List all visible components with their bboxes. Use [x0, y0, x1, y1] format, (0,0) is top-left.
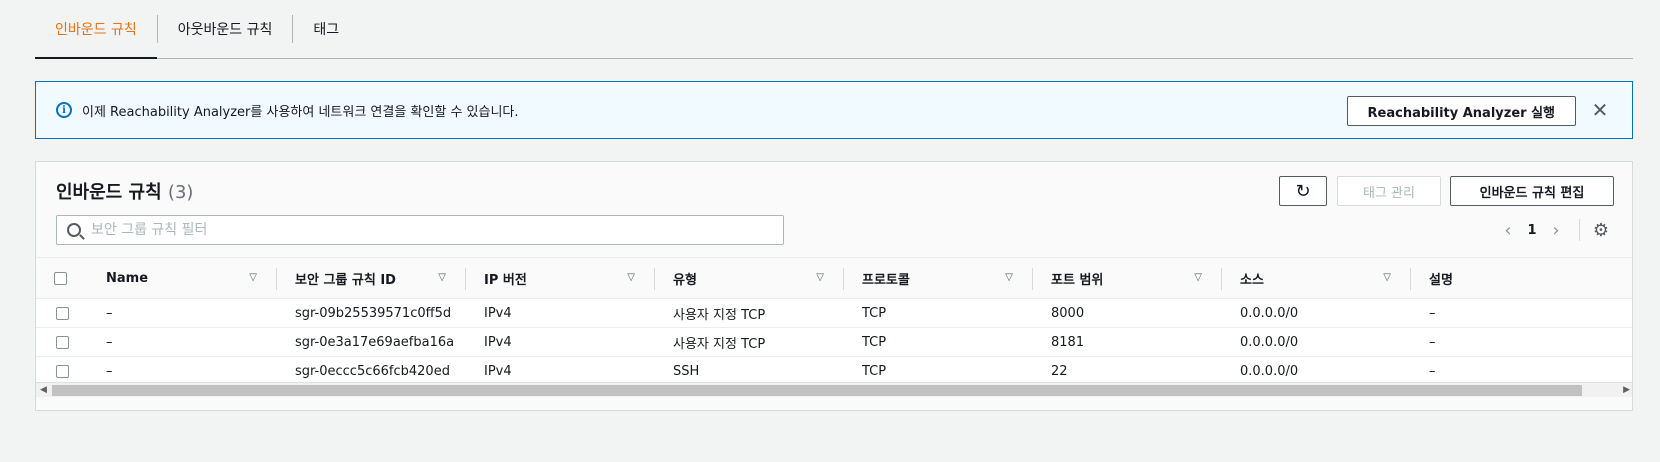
rules-table: Name ▽ 보안 그룹 규칙 ID ▽ IP 버전 ▽ 유형 ▽ 프로토콜 ▽… — [36, 257, 1632, 386]
cell-name: – — [106, 363, 113, 379]
inbound-rules-panel: 인바운드 규칙 (3) ↻ 태그 관리 인바운드 규칙 편집 ‹ 1 › ⚙ N… — [35, 161, 1633, 411]
sort-icon[interactable]: ▽ — [627, 272, 635, 283]
select-all-checkbox[interactable] — [54, 271, 67, 285]
column-header-type[interactable]: 유형 ▽ — [655, 258, 844, 298]
scrollbar-thumb[interactable] — [52, 385, 1582, 396]
panel-title-text: 인바운드 규칙 — [56, 182, 162, 203]
tab-outbound-rules[interactable]: 아웃바운드 규칙 — [158, 0, 293, 58]
tab-bar: 인바운드 규칙 아웃바운드 규칙 태그 — [35, 0, 1633, 59]
column-header-ip-version[interactable]: IP 버전 ▽ — [466, 258, 655, 298]
sort-icon[interactable]: ▽ — [438, 272, 446, 283]
rule-count: (3) — [167, 182, 194, 203]
column-label: 유형 — [673, 272, 697, 288]
gear-icon[interactable]: ⚙ — [1590, 220, 1612, 241]
cell-protocol: TCP — [862, 334, 887, 350]
info-icon: i — [56, 102, 72, 118]
cell-ip-version: IPv4 — [484, 334, 512, 350]
manage-tags-button[interactable]: 태그 관리 — [1337, 176, 1441, 206]
page-number[interactable]: 1 — [1521, 223, 1543, 238]
column-label: IP 버전 — [484, 272, 527, 288]
filter-box — [56, 215, 784, 245]
column-header-name[interactable]: Name ▽ — [88, 258, 277, 298]
edit-inbound-rules-button[interactable]: 인바운드 규칙 편집 — [1450, 176, 1614, 206]
cell-ip-version: IPv4 — [484, 363, 512, 379]
cell-name: – — [106, 334, 113, 350]
row-checkbox[interactable] — [56, 364, 69, 378]
panel-title: 인바운드 규칙 (3) — [56, 178, 193, 204]
scroll-left-arrow-icon[interactable]: ◀ — [40, 385, 47, 395]
column-header-port-range[interactable]: 포트 범위 ▽ — [1033, 258, 1222, 298]
scroll-right-arrow-icon[interactable]: ▶ — [1623, 385, 1630, 395]
chevron-left-icon[interactable]: ‹ — [1495, 220, 1521, 241]
filter-input[interactable] — [91, 222, 771, 238]
table-header: Name ▽ 보안 그룹 규칙 ID ▽ IP 버전 ▽ 유형 ▽ 프로토콜 ▽… — [36, 257, 1632, 299]
cell-description: – — [1429, 334, 1436, 350]
row-select-cell — [36, 357, 88, 385]
table-row[interactable]: – sgr-0e3a17e69aefba16a IPv4 사용자 지정 TCP … — [36, 328, 1632, 357]
column-label: 설명 — [1429, 272, 1453, 288]
row-checkbox[interactable] — [56, 306, 69, 320]
tab-tags[interactable]: 태그 — [293, 0, 359, 58]
tab-inbound-rules[interactable]: 인바운드 규칙 — [35, 0, 157, 59]
cell-port-range: 8181 — [1051, 334, 1085, 350]
column-label: Name — [106, 270, 149, 286]
cell-port-range: 22 — [1051, 363, 1068, 379]
cell-protocol: TCP — [862, 305, 887, 321]
sort-icon[interactable]: ▽ — [1194, 272, 1202, 283]
cell-rule-id: sgr-0eccc5c66fcb420ed — [295, 363, 450, 379]
cell-type: SSH — [673, 363, 700, 379]
sort-icon[interactable]: ▽ — [1005, 272, 1013, 283]
close-icon[interactable]: ✕ — [1588, 98, 1612, 122]
cell-type: 사용자 지정 TCP — [673, 307, 766, 323]
column-label: 보안 그룹 규칙 ID — [295, 272, 396, 288]
cell-ip-version: IPv4 — [484, 305, 512, 321]
column-label: 포트 범위 — [1051, 272, 1104, 288]
sort-icon[interactable]: ▽ — [1383, 272, 1391, 283]
cell-rule-id: sgr-0e3a17e69aefba16a — [295, 334, 455, 350]
cell-port-range: 8000 — [1051, 305, 1085, 321]
row-select-cell — [36, 328, 88, 356]
row-checkbox[interactable] — [56, 335, 69, 349]
cell-type: 사용자 지정 TCP — [673, 336, 766, 352]
cell-description: – — [1429, 363, 1436, 379]
column-header-rule-id[interactable]: 보안 그룹 규칙 ID ▽ — [277, 258, 466, 298]
refresh-button[interactable]: ↻ — [1279, 176, 1327, 206]
column-label: 소스 — [1240, 272, 1264, 288]
cell-protocol: TCP — [862, 363, 887, 379]
cell-source: 0.0.0.0/0 — [1240, 363, 1299, 379]
pagination: ‹ 1 › ⚙ — [1495, 217, 1612, 243]
column-header-description[interactable]: 설명 — [1411, 258, 1632, 298]
chevron-right-icon[interactable]: › — [1543, 220, 1569, 241]
banner-message: 이제 Reachability Analyzer를 사용하여 네트워크 연결을 … — [82, 104, 519, 120]
cell-description: – — [1429, 305, 1436, 321]
info-banner: i 이제 Reachability Analyzer를 사용하여 네트워크 연결… — [35, 81, 1633, 139]
sort-icon[interactable]: ▽ — [249, 272, 257, 283]
cell-rule-id: sgr-09b25539571c0ff5d — [295, 305, 452, 321]
horizontal-scrollbar[interactable]: ◀ ▶ — [36, 382, 1632, 397]
table-row[interactable]: – sgr-09b25539571c0ff5d IPv4 사용자 지정 TCP … — [36, 299, 1632, 328]
search-icon — [67, 223, 81, 237]
column-header-source[interactable]: 소스 ▽ — [1222, 258, 1411, 298]
cell-source: 0.0.0.0/0 — [1240, 334, 1299, 350]
cell-source: 0.0.0.0/0 — [1240, 305, 1299, 321]
column-label: 프로토콜 — [862, 272, 910, 288]
sort-icon[interactable]: ▽ — [816, 272, 824, 283]
refresh-icon: ↻ — [1295, 180, 1311, 202]
run-reachability-analyzer-button[interactable]: Reachability Analyzer 실행 — [1346, 96, 1576, 126]
cell-name: – — [106, 305, 113, 321]
column-header-protocol[interactable]: 프로토콜 ▽ — [844, 258, 1033, 298]
pager-divider — [1579, 219, 1580, 241]
row-select-cell — [36, 299, 88, 327]
select-all-cell — [36, 258, 88, 298]
